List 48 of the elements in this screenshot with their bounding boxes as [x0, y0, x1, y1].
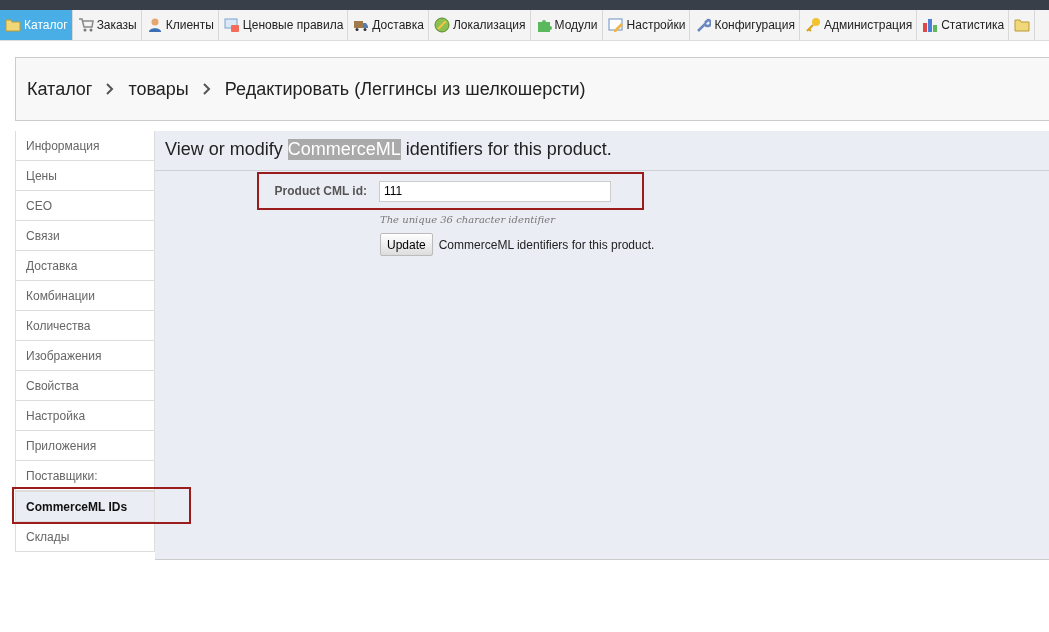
menu-tab[interactable]: Конфигурация — [690, 10, 800, 40]
sidebar-item[interactable]: Склады — [15, 522, 155, 552]
field-label: Product CML id: — [273, 184, 367, 198]
window-pencil-icon — [607, 17, 624, 33]
highlighted-text: CommerceML — [287, 139, 401, 160]
globe-icon — [433, 17, 450, 33]
menu-tab[interactable]: Ценовые правила — [218, 10, 349, 40]
key-icon — [804, 17, 821, 33]
menu-tab[interactable]: Администрация — [799, 10, 918, 40]
sidebar-item[interactable]: Связи — [15, 221, 155, 251]
update-button[interactable]: Update — [380, 233, 433, 256]
menu-tab[interactable]: Доставка — [348, 10, 429, 40]
folder-icon — [1014, 17, 1031, 33]
folder-icon — [5, 17, 21, 33]
sidebar-item[interactable]: СЕО — [15, 191, 155, 221]
sidebar-item[interactable]: Цены — [15, 161, 155, 191]
heading-text: View or modify — [165, 139, 283, 160]
sidebar-item[interactable]: Настройка — [15, 401, 155, 431]
sidebar-item[interactable]: Поставщики: — [15, 461, 155, 491]
menu-tab[interactable]: Модули — [530, 10, 603, 40]
breadcrumb-item[interactable]: Каталог — [27, 78, 93, 100]
menu-tab[interactable]: Настройки — [602, 10, 691, 40]
sidebar-item[interactable]: CommerceML IDs — [15, 491, 155, 522]
bar-chart-icon — [922, 17, 939, 33]
menu-tab[interactable]: Локализация — [428, 10, 531, 40]
sidebar-item[interactable]: Количества — [15, 311, 155, 341]
sidebar-item[interactable]: Комбинации — [15, 281, 155, 311]
card-icon — [223, 17, 240, 33]
user-icon — [146, 17, 163, 33]
breadcrumb-item: Редактировать (Леггинсы из шелкошерсти) — [224, 78, 586, 100]
wrench-icon — [695, 17, 712, 33]
chevron-icon — [202, 83, 211, 95]
puzzle-icon — [535, 17, 552, 33]
input-field[interactable]: 111 — [379, 180, 611, 202]
hint-text: The unique 36 character identifier — [380, 214, 557, 225]
heading-text: identifiers for this product. — [405, 139, 612, 160]
sidebar-item[interactable]: Свойства — [15, 371, 155, 401]
menu-tab[interactable]: Статистика — [917, 10, 1010, 40]
button-note: CommerceML identifiers for this product. — [438, 237, 655, 252]
breadcrumb-item[interactable]: товары — [128, 78, 189, 100]
sidebar-item[interactable]: Информация — [15, 131, 155, 161]
cart-icon — [77, 17, 94, 33]
sidebar-item[interactable]: Приложения — [15, 431, 155, 461]
sidebar-item[interactable]: Доставка — [15, 251, 155, 281]
chevron-icon — [106, 83, 115, 95]
sidebar-item[interactable]: Изображения — [15, 341, 155, 371]
menu-tab[interactable]: Заказы — [72, 10, 142, 40]
menu-tab[interactable]: Клиенты — [141, 10, 219, 40]
